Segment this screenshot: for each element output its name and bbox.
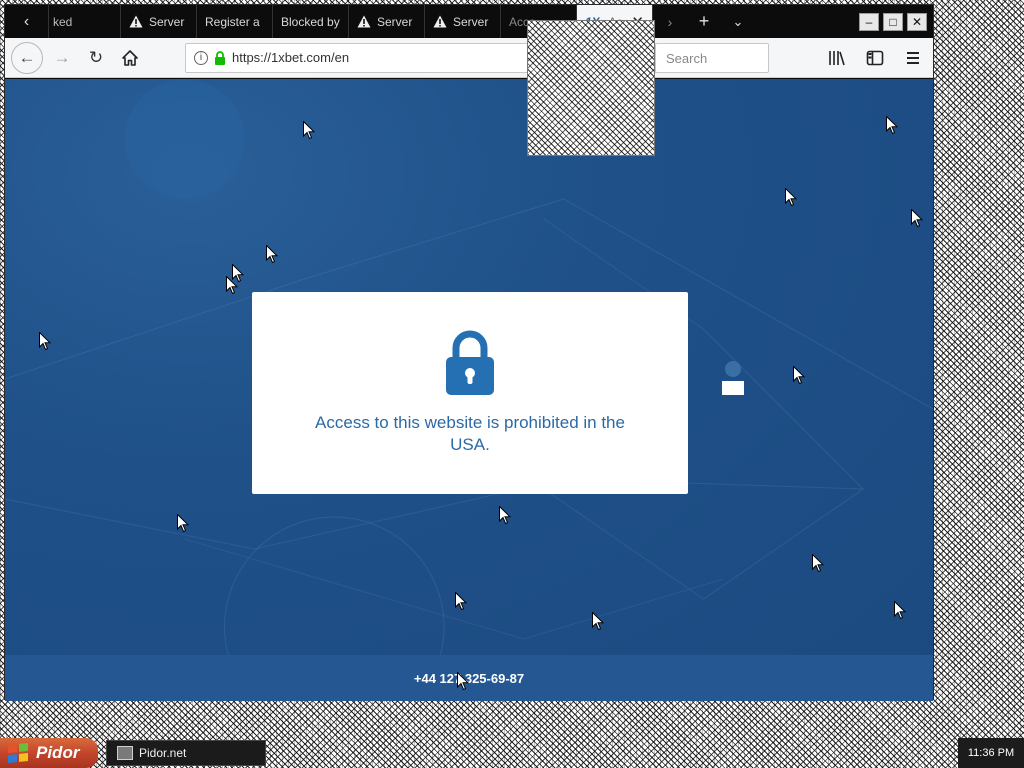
taskbar-item-pidor[interactable]: Pidor.net (106, 740, 266, 766)
browser-window: ‹ ked Server Register a Blocked by Server Ser… (4, 4, 934, 701)
sidebar-icon (866, 50, 884, 66)
clock[interactable]: 11:36 PM (968, 747, 1014, 759)
hamburger-menu-icon (907, 52, 919, 64)
mouse-cursor-icon (177, 514, 189, 533)
home-button[interactable] (115, 43, 145, 73)
window-icon (117, 746, 133, 760)
mouse-cursor-icon (455, 592, 467, 611)
tab-scroll-left-button[interactable]: ‹ (5, 5, 49, 38)
tab-2[interactable]: Register a (197, 5, 273, 38)
tab-label: Server (149, 14, 185, 29)
reload-icon: ↻ (88, 47, 104, 67)
tab-0[interactable]: ked (49, 5, 121, 38)
close-window-button[interactable]: ✕ (907, 12, 927, 31)
tab-4[interactable]: Server (349, 5, 425, 38)
tab-3[interactable]: Blocked by (273, 5, 349, 38)
forward-button[interactable]: → (47, 43, 77, 73)
maximize-button[interactable]: □ (883, 12, 903, 31)
chevron-right-icon: › (667, 13, 673, 30)
tab-label: Blocked by (281, 14, 340, 29)
mouse-cursor-icon (457, 672, 469, 691)
mouse-cursor-icon (226, 276, 238, 295)
search-input[interactable]: Search (655, 43, 769, 73)
home-icon (122, 49, 138, 66)
mouse-cursor-icon (894, 601, 906, 620)
page-content: Access to this website is prohibited in … (5, 79, 933, 701)
minimize-button[interactable]: ‒ (859, 12, 879, 31)
start-button[interactable]: Pidor (0, 738, 98, 768)
library-icon (829, 51, 845, 66)
tab-bar: ‹ ked Server Register a Blocked by Server Ser… (5, 5, 933, 38)
mouse-cursor-icon (266, 245, 278, 264)
mouse-cursor-icon (911, 209, 923, 228)
mouse-cursor-icon (499, 506, 511, 525)
reload-button[interactable]: ↻ (81, 43, 111, 73)
mouse-cursor-icon (592, 612, 604, 631)
page-footer: +44 127 325-69-87 (5, 655, 933, 701)
mouse-cursor-icon (39, 332, 51, 351)
menu-button[interactable] (899, 45, 927, 71)
url-text: https://1xbet.com/en (232, 50, 350, 65)
chevron-left-icon: ‹ (23, 12, 30, 30)
mouse-cursor-icon (303, 121, 315, 140)
window-controls: ‒ □ ✕ (859, 5, 933, 38)
close-icon: ✕ (911, 14, 923, 29)
site-info-icon[interactable]: i (194, 50, 208, 65)
padlock-icon (446, 330, 494, 395)
navigation-toolbar: ← → ↻ i https://1xbet.com/en Search (5, 38, 933, 78)
arrow-right-icon: → (53, 47, 71, 67)
taskbar: Pidor Pidor.net 11:36 PM (0, 738, 1024, 768)
windows-flag-icon (8, 742, 28, 764)
arrow-left-icon: ← (18, 47, 36, 67)
back-button[interactable]: ← (11, 41, 43, 74)
tab-1[interactable]: Server (121, 5, 197, 38)
tab-scroll-right-button[interactable]: › (653, 5, 687, 38)
tab-label: Server (453, 14, 489, 29)
secure-lock-icon (215, 50, 225, 65)
mouse-cursor-icon (886, 116, 898, 135)
tab-label: Register a (205, 14, 260, 29)
plus-icon: + (698, 11, 710, 31)
warning-icon (357, 15, 371, 28)
user-silhouette-icon (722, 361, 744, 395)
start-label: Pidor (36, 743, 80, 762)
prohibited-message: Access to this website is prohibited in … (315, 413, 625, 454)
list-all-tabs-button[interactable]: ⌄ (721, 5, 755, 38)
toolbar-icons (823, 45, 927, 71)
library-button[interactable] (823, 45, 851, 71)
mouse-cursor-icon (793, 366, 805, 385)
tab-5[interactable]: Server (425, 5, 501, 38)
mouse-cursor-icon (812, 554, 824, 573)
mouse-cursor-icon (785, 188, 797, 207)
warning-icon (129, 15, 143, 28)
sidebar-button[interactable] (861, 45, 889, 71)
tab-label: Server (377, 14, 413, 29)
chevron-down-icon: ⌄ (732, 13, 744, 29)
access-denied-dialog: Access to this website is prohibited in … (252, 292, 688, 494)
tab-list: ked Server Register a Blocked by Server Serve… (49, 5, 577, 38)
taskbar-item-label: Pidor.net (139, 746, 187, 760)
minimize-icon: ‒ (865, 14, 873, 29)
tab-label: ked (53, 14, 73, 29)
glitched-tab-preview (527, 20, 655, 156)
system-tray: 11:36 PM (958, 738, 1024, 768)
new-tab-button[interactable]: + (687, 5, 721, 38)
search-placeholder: Search (666, 50, 708, 66)
warning-icon (433, 15, 447, 28)
maximize-icon: □ (889, 14, 897, 29)
